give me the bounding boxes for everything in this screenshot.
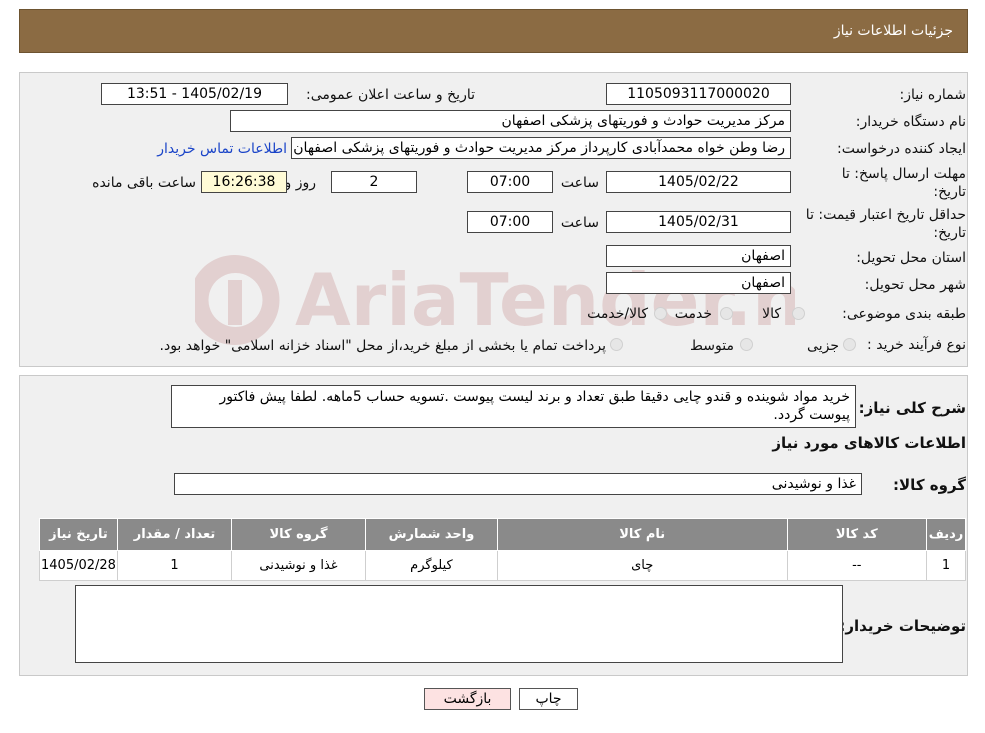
days-field: 2 xyxy=(331,171,417,193)
col-need-date: تاریخ نیاز xyxy=(39,518,118,551)
buyer-org-label: نام دستگاه خریدار: xyxy=(855,114,966,130)
validity-date-field: 1405/02/31 xyxy=(606,211,791,233)
back-button[interactable]: بازگشت xyxy=(424,688,511,710)
category-option-goods: کالا xyxy=(762,306,781,322)
col-group: گروه کالا xyxy=(231,518,366,551)
announce-field: 1405/02/19 - 13:51 xyxy=(101,83,288,105)
goods-table: ردیف کد کالا نام کالا واحد شمارش گروه کا… xyxy=(39,518,966,581)
category-option-goods-service: کالا/خدمت xyxy=(587,306,648,322)
category-radio-service[interactable] xyxy=(720,307,733,320)
col-quantity: تعداد / مقدار xyxy=(116,518,233,551)
cell-code: -- xyxy=(786,550,928,581)
remaining-time-field: 16:26:38 xyxy=(201,171,287,193)
summary-textarea[interactable]: خرید مواد شوینده و قندو چایی دقیقا طبق ت… xyxy=(171,385,856,428)
page-title: جزئیات اطلاعات نیاز xyxy=(833,23,953,39)
process-note: پرداخت تمام یا بخشی از مبلغ خرید،از محل … xyxy=(159,338,606,354)
validity-label: حداقل تاریخ اعتبار قیمت: تا xyxy=(805,207,966,223)
validity-time-label: ساعت xyxy=(560,215,599,231)
buyer-notes-label: توضیحات خریدار: xyxy=(839,617,966,635)
days-label: روز و xyxy=(284,175,317,191)
buyer-org-field: مرکز مدیریت حوادث و فوریتهای پزشکی اصفها… xyxy=(230,110,791,132)
col-unit: واحد شمارش xyxy=(364,518,498,551)
province-field: اصفهان xyxy=(606,245,791,267)
city-label: شهر محل تحویل: xyxy=(864,277,966,293)
category-option-service: خدمت xyxy=(674,306,712,322)
deadline-label: مهلت ارسال پاسخ: تا xyxy=(841,166,966,182)
print-button[interactable]: چاپ xyxy=(519,688,578,710)
process-option-minor: جزیی xyxy=(807,338,839,354)
requester-field: رضا وطن خواه محمدآبادی کارپرداز مرکز مدی… xyxy=(291,137,791,159)
goods-table-header: ردیف کد کالا نام کالا واحد شمارش گروه کا… xyxy=(39,518,966,551)
goods-group-field: غذا و نوشیدنی xyxy=(174,473,862,495)
col-row: ردیف xyxy=(926,518,966,551)
deadline-time-field: 07:00 xyxy=(467,171,553,193)
process-radio-medium[interactable] xyxy=(740,338,753,351)
cell-name: چای xyxy=(496,550,788,581)
summary-label: شرح کلی نیاز: xyxy=(858,399,966,417)
goods-info-title: اطلاعات کالاهای مورد نیاز xyxy=(772,434,966,452)
announce-label: تاریخ و ساعت اعلان عمومی: xyxy=(306,87,475,103)
col-name: نام کالا xyxy=(496,518,788,551)
process-option-medium: متوسط xyxy=(690,338,734,354)
city-field: اصفهان xyxy=(606,272,791,294)
page-header: جزئیات اطلاعات نیاز xyxy=(19,9,968,53)
cell-quantity: 1 xyxy=(116,550,233,581)
process-radio-treasury[interactable] xyxy=(610,338,623,351)
validity-label-date: تاریخ: xyxy=(933,225,966,241)
deadline-date-field: 1405/02/22 xyxy=(606,171,791,193)
process-label: نوع فرآیند خرید : xyxy=(867,337,966,353)
watermark-text: AriaTender.neT xyxy=(295,258,795,342)
buyer-notes-textarea[interactable] xyxy=(75,585,843,663)
requester-label: ایجاد کننده درخواست: xyxy=(837,141,966,157)
category-radio-goods-service[interactable] xyxy=(654,307,667,320)
need-number-field: 1105093117000020 xyxy=(606,83,791,105)
cell-row: 1 xyxy=(926,550,966,581)
col-code: کد کالا xyxy=(786,518,928,551)
table-row: 1 -- چای کیلوگرم غذا و نوشیدنی 1 1405/02… xyxy=(39,550,966,581)
category-label: طبقه بندی موضوعی: xyxy=(842,306,966,322)
category-radio-goods[interactable] xyxy=(792,307,805,320)
contact-buyer-link[interactable]: اطلاعات تماس خریدار xyxy=(157,141,287,157)
province-label: استان محل تحویل: xyxy=(856,250,966,266)
deadline-label-date: تاریخ: xyxy=(933,184,966,200)
cell-group: غذا و نوشیدنی xyxy=(231,550,366,581)
need-number-label: شماره نیاز: xyxy=(899,87,967,103)
cell-need-date: 1405/02/28 xyxy=(39,550,118,581)
deadline-time-label: ساعت xyxy=(560,175,599,191)
cell-unit: کیلوگرم xyxy=(364,550,498,581)
process-radio-minor[interactable] xyxy=(843,338,856,351)
validity-time-field: 07:00 xyxy=(467,211,553,233)
remaining-label: ساعت باقی مانده xyxy=(92,175,196,191)
goods-group-label: گروه کالا: xyxy=(893,476,966,494)
